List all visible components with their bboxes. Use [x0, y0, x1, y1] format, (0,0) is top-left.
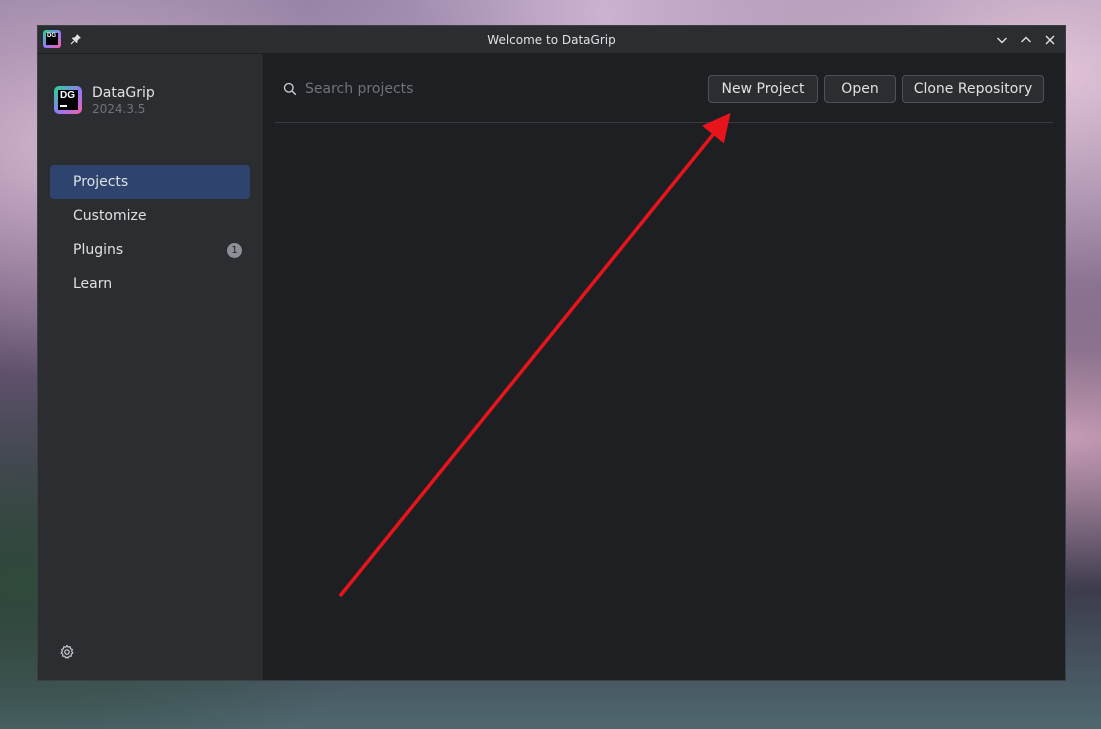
sidebar-item-plugins[interactable]: Plugins 1: [50, 233, 250, 267]
window-title: Welcome to DataGrip: [487, 33, 616, 47]
welcome-window: DG Welcome to DataGrip DG DataGrip 2024.…: [37, 25, 1066, 681]
window-controls: [993, 31, 1059, 49]
close-button[interactable]: [1041, 31, 1059, 49]
open-button[interactable]: Open: [824, 75, 896, 103]
search-icon: [283, 82, 297, 96]
header-divider: [275, 122, 1053, 123]
sidebar-item-customize[interactable]: Customize: [50, 199, 250, 233]
close-icon: [1045, 35, 1055, 45]
maximize-icon: [1021, 36, 1031, 43]
sidebar-item-learn[interactable]: Learn: [50, 267, 250, 301]
product-version: 2024.3.5: [92, 102, 146, 116]
minimize-icon: [997, 37, 1007, 44]
product-name: DataGrip: [92, 85, 155, 101]
clone-repository-button[interactable]: Clone Repository: [902, 75, 1044, 103]
minimize-button[interactable]: [993, 31, 1011, 49]
sidebar-nav: Projects Customize Plugins 1 Learn: [50, 165, 250, 301]
logo-letters: DG: [58, 90, 78, 110]
sidebar-item-label: Learn: [73, 276, 113, 292]
search-projects-input[interactable]: [305, 78, 605, 100]
projects-panel: New Project Open Clone Repository: [263, 54, 1065, 680]
gear-icon[interactable]: [59, 644, 75, 660]
sidebar-item-label: Plugins: [73, 242, 124, 258]
title-bar: DG Welcome to DataGrip: [38, 26, 1065, 54]
logo-bar: [60, 105, 67, 107]
datagrip-logo-icon: DG: [54, 86, 82, 114]
plugins-update-badge: 1: [227, 243, 242, 258]
sidebar-item-label: Customize: [73, 208, 147, 224]
sidebar-item-label: Projects: [73, 174, 129, 190]
sidebar-item-projects[interactable]: Projects: [50, 165, 250, 199]
sidebar: DG DataGrip 2024.3.5 Projects Customize …: [38, 54, 263, 680]
new-project-button[interactable]: New Project: [708, 75, 818, 103]
maximize-button[interactable]: [1017, 31, 1035, 49]
